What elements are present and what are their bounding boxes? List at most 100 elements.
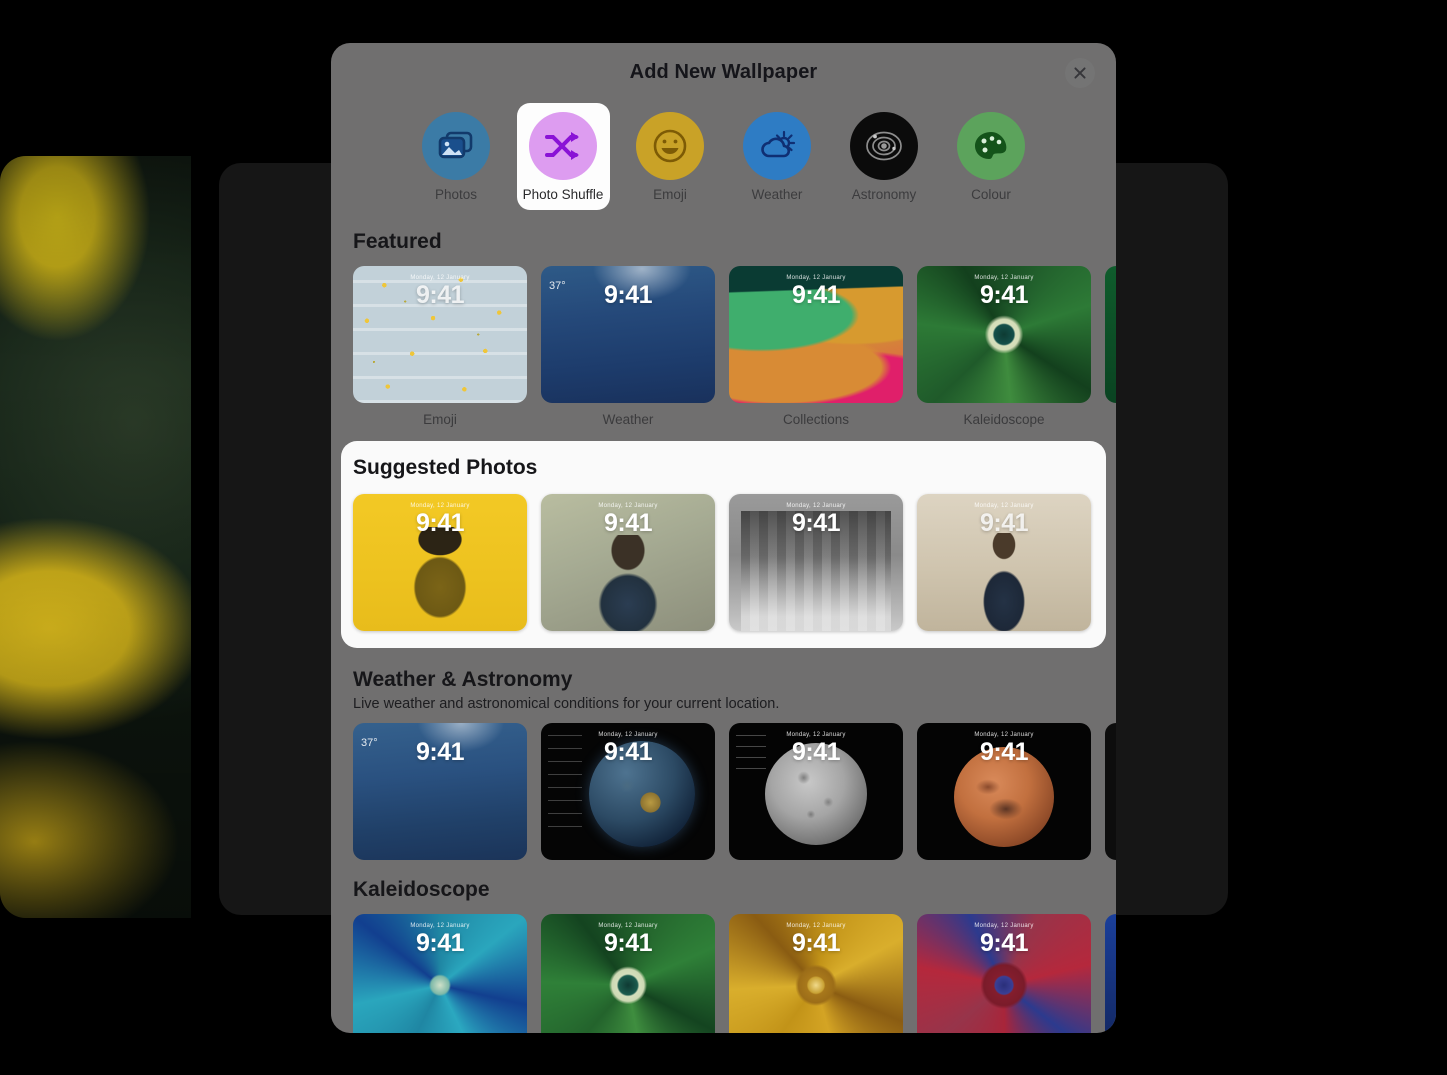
- lockscreen-time: 9:41: [415, 929, 465, 957]
- wx-tile-moon[interactable]: Monday, 12 January 9:41: [729, 723, 903, 860]
- k-tile-next-wrap: [1105, 914, 1116, 1033]
- lockscreen-time: 9:41: [791, 509, 841, 537]
- lockscreen-time: 9:41: [603, 509, 653, 537]
- k-tile-1-wrap: Monday, 12 January 9:41: [353, 914, 527, 1033]
- featured-tile-next-wrap: [1105, 266, 1116, 427]
- colour-palette-icon: [975, 132, 1007, 159]
- suggested-photos-row[interactable]: Monday, 12 January 9:41 Monday, 12 Janua…: [341, 494, 1106, 631]
- suggested-photo-2[interactable]: Monday, 12 January 9:41: [541, 494, 715, 631]
- background-wallpaper-preview[interactable]: [0, 156, 191, 918]
- astronomy-orbit-icon: [866, 131, 902, 161]
- suggested-photo-3[interactable]: Monday, 12 January 9:41: [729, 494, 903, 631]
- close-icon: [1074, 67, 1086, 79]
- section-weather-astronomy-subtitle: Live weather and astronomical conditions…: [353, 696, 780, 712]
- wx-tile-moon-wrap: Monday, 12 January 9:41: [729, 723, 903, 860]
- dialog-header: Add New Wallpaper: [331, 43, 1116, 101]
- category-photos-label: Photos: [434, 187, 478, 202]
- section-kaleidoscope: Kaleidoscope Monday, 12 January 9:41 Mon…: [331, 878, 1116, 1033]
- featured-tile-weather[interactable]: 37° 9:41: [541, 266, 715, 403]
- section-suggested-photos: Suggested Photos Monday, 12 January 9:41…: [341, 441, 1106, 648]
- lockscreen-time: 9:41: [415, 509, 465, 537]
- astronomy-icon-circle: [850, 112, 918, 180]
- featured-tile-collections[interactable]: Monday, 12 January 9:41: [729, 266, 903, 403]
- featured-caption-weather: Weather: [602, 412, 654, 427]
- lockscreen-time: 9:41: [979, 738, 1029, 766]
- shuffle-icon: [545, 132, 579, 160]
- close-button[interactable]: [1065, 58, 1095, 88]
- kaleidoscope-row[interactable]: Monday, 12 January 9:41 Monday, 12 Janua…: [331, 914, 1116, 1033]
- wx-tile-earth[interactable]: Monday, 12 January 9:41: [541, 723, 715, 860]
- featured-caption-emoji: Emoji: [423, 412, 457, 427]
- category-weather[interactable]: Weather: [731, 103, 824, 210]
- category-emoji-label: Emoji: [653, 187, 687, 202]
- photo-subject: [391, 527, 489, 631]
- featured-tile-collections-wrap: Monday, 12 January 9:41 Collections: [729, 266, 903, 427]
- category-selector: Photos Photo Shuffle Emoji Weather Astro…: [331, 101, 1116, 216]
- photos-icon: [438, 131, 473, 159]
- kaleidoscope-tile-green[interactable]: Monday, 12 January 9:41: [541, 914, 715, 1033]
- category-colour-label: Colour: [971, 187, 1011, 202]
- wx-tile-live-wrap: 37° 9:41: [353, 723, 527, 860]
- featured-tile-weather-wrap: 37° 9:41 Weather: [541, 266, 715, 427]
- shuffle-icon-circle: [529, 112, 597, 180]
- featured-caption-kaleidoscope: Kaleidoscope: [963, 412, 1045, 427]
- lockscreen-time: 9:41: [979, 929, 1029, 957]
- featured-tile-emoji[interactable]: Monday, 12 January 9:41: [353, 266, 527, 403]
- lockscreen-time: 9:41: [603, 738, 653, 766]
- emoji-smile-icon: [653, 129, 687, 163]
- screen: Add New Wallpaper Photos Photo Shuffle E…: [0, 0, 1447, 1075]
- photos-icon-circle: [422, 112, 490, 180]
- colour-icon-circle: [957, 112, 1025, 180]
- k-tile-2-wrap: Monday, 12 January 9:41: [541, 914, 715, 1033]
- category-astronomy[interactable]: Astronomy: [838, 103, 931, 210]
- kaleidoscope-tile-teal[interactable]: Monday, 12 January 9:41: [353, 914, 527, 1033]
- lockscreen-time: 9:41: [415, 738, 465, 766]
- add-wallpaper-dialog: Add New Wallpaper Photos Photo Shuffle E…: [331, 43, 1116, 1033]
- section-featured: Featured Monday, 12 January 9:41 Emoji 3…: [331, 230, 1116, 427]
- wx-tile-earth-wrap: Monday, 12 January 9:41: [541, 723, 715, 860]
- section-weather-astronomy: Weather & Astronomy Live weather and ast…: [331, 668, 1116, 860]
- lockscreen-time: 9:41: [415, 281, 465, 309]
- lockscreen-time: 9:41: [791, 281, 841, 309]
- featured-tile-emoji-wrap: Monday, 12 January 9:41 Emoji: [353, 266, 527, 427]
- lockscreen-time: 9:41: [979, 281, 1029, 309]
- featured-row[interactable]: Monday, 12 January 9:41 Emoji 37° 9:41 W…: [331, 266, 1116, 427]
- section-featured-title: Featured: [353, 230, 442, 253]
- featured-caption-collections: Collections: [782, 412, 850, 427]
- featured-tile-next-partial[interactable]: [1105, 266, 1116, 403]
- category-photo-shuffle[interactable]: Photo Shuffle: [516, 103, 610, 210]
- wx-tile-mars-wrap: Monday, 12 January 9:41: [917, 723, 1091, 860]
- wx-tile-next-wrap: [1105, 723, 1116, 860]
- category-photo-shuffle-label: Photo Shuffle: [522, 187, 604, 202]
- category-colour[interactable]: Colour: [945, 103, 1038, 210]
- lockscreen-time: 9:41: [603, 281, 653, 309]
- section-weather-astronomy-title: Weather & Astronomy: [353, 668, 573, 691]
- section-suggested-photos-title: Suggested Photos: [353, 456, 538, 479]
- suggested-photo-4[interactable]: Monday, 12 January 9:41: [917, 494, 1091, 631]
- suggested-photo-1[interactable]: Monday, 12 January 9:41: [353, 494, 527, 631]
- photo-subject: [973, 533, 1035, 631]
- category-astronomy-label: Astronomy: [851, 187, 917, 202]
- lockscreen-time: 9:41: [791, 738, 841, 766]
- category-weather-label: Weather: [751, 187, 803, 202]
- category-emoji[interactable]: Emoji: [624, 103, 717, 210]
- wx-tile-live-weather[interactable]: 37° 9:41: [353, 723, 527, 860]
- lockscreen-time: 9:41: [791, 929, 841, 957]
- category-photos[interactable]: Photos: [410, 103, 503, 210]
- section-kaleidoscope-title: Kaleidoscope: [353, 878, 490, 901]
- weather-astronomy-row[interactable]: 37° 9:41 Monday, 12 January 9:41 Monday,…: [331, 723, 1116, 860]
- kaleidoscope-tile-next-partial[interactable]: [1105, 914, 1116, 1033]
- weather-cloud-sun-icon: [761, 130, 796, 158]
- featured-tile-kaleidoscope-wrap: Monday, 12 January 9:41 Kaleidoscope: [917, 266, 1091, 427]
- k-tile-3-wrap: Monday, 12 January 9:41: [729, 914, 903, 1033]
- wx-tile-mars[interactable]: Monday, 12 January 9:41: [917, 723, 1091, 860]
- lockscreen-time: 9:41: [603, 929, 653, 957]
- wx-tile-next-partial[interactable]: [1105, 723, 1116, 860]
- photo-subject: [586, 535, 670, 631]
- featured-tile-kaleidoscope[interactable]: Monday, 12 January 9:41: [917, 266, 1091, 403]
- kaleidoscope-tile-red[interactable]: Monday, 12 January 9:41: [917, 914, 1091, 1033]
- kaleidoscope-tile-gold[interactable]: Monday, 12 January 9:41: [729, 914, 903, 1033]
- k-tile-4-wrap: Monday, 12 January 9:41: [917, 914, 1091, 1033]
- emoji-icon-circle: [636, 112, 704, 180]
- weather-icon-circle: [743, 112, 811, 180]
